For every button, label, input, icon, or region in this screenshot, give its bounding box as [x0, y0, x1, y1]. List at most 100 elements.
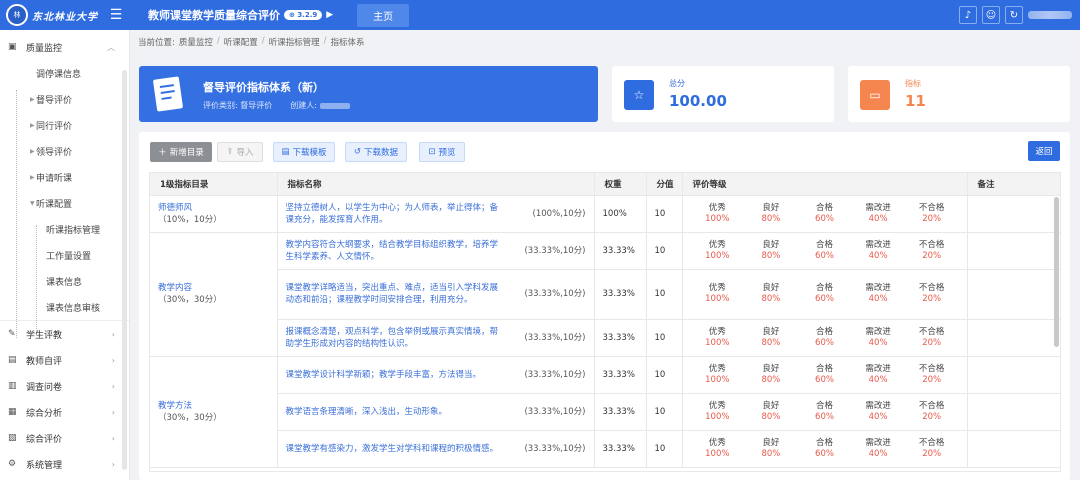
grade-level: 合格 60% [799, 364, 849, 386]
import-label: 导入 [236, 148, 254, 158]
sidebar-subitem[interactable]: ▶ 督导评价 [0, 86, 129, 112]
chevron-right-icon: › [111, 459, 115, 469]
grade-percent: 80% [761, 250, 781, 261]
sidebar-item-survey[interactable]: ▥ 调查问卷 › [0, 373, 129, 399]
sidebar-item-label: 调查问卷 [26, 382, 63, 393]
sidebar: ▣ 质量监控 ︿ 调停课信息 ▶ 督导评价 ▶ 同行评价 ▶ 领导评价 ▶ 申请听课 ▼… [0, 30, 130, 480]
grade-level: 合格 60% [799, 240, 849, 262]
grade-name: 良好 [762, 239, 780, 250]
dimension-detail: （30%，30分） [158, 295, 222, 305]
caret-right-icon[interactable]: ▶ [326, 10, 333, 20]
sidebar-scrollbar[interactable] [122, 70, 127, 470]
weight-cell: 33.33% [594, 269, 647, 320]
preview-button[interactable]: ⊡ 预览 [419, 142, 465, 162]
import-button[interactable]: ⇪ 导入 [217, 142, 263, 162]
sidebar-subitem-label: 领导评价 [36, 147, 73, 158]
remark-cell [967, 430, 1060, 468]
grade-name: 需改进 [865, 283, 891, 293]
grade-percent: 100% [705, 337, 730, 348]
bell-icon[interactable]: ♪ [959, 6, 977, 24]
breadcrumb-item[interactable]: 质量监控 [179, 36, 213, 48]
table-row: 教学内容 （30%，30分） 教学内容符合大纲要求，结合教学目标组织教学，培养学生科… [150, 232, 1060, 357]
grade-percent: 40% [868, 374, 888, 385]
sidebar-item-evaluation[interactable]: ▧ 综合评价 › [0, 425, 129, 451]
caret-down-icon: ▼ [30, 199, 35, 207]
grade-level: 需改进 40% [853, 364, 903, 386]
download-template-button[interactable]: ▤ 下载模板 [273, 142, 335, 162]
sidebar-subitem-label: 调停课信息 [36, 69, 82, 80]
download-data-button[interactable]: ↺ 下载数据 [345, 142, 407, 162]
index-system-card: 督导评价指标体系（新） 评价类别: 督导评价 创建人: [139, 66, 598, 122]
grade-level: 需改进 40% [853, 438, 903, 460]
grade-level: 优秀 100% [692, 438, 742, 460]
grade-percent: 40% [868, 294, 888, 304]
indicator-name: 课堂教学有感染力，激发学生对学科和课程的积极情感。 [285, 443, 499, 454]
system-title-text: 教师课堂教学质量综合评价 [148, 9, 280, 22]
grade-level: 合格 60% [799, 438, 849, 460]
grade-level: 不合格 20% [907, 240, 957, 262]
breadcrumb-prefix: 当前位置: [138, 38, 175, 48]
table-row: 教学方法 （30%，30分） 课堂教学设计科学新颖；教学手段丰富，方法得当。 (33.… [150, 356, 1060, 468]
breadcrumb-item[interactable]: 听课配置 [224, 36, 258, 48]
sidebar-subsubitem[interactable]: 听课指标管理 [0, 216, 129, 242]
sidebar-item-student-eval[interactable]: ✎ 学生评教 › [0, 321, 129, 347]
table-scrollbar[interactable] [1054, 197, 1059, 347]
back-button[interactable]: 返回 [1028, 141, 1060, 161]
total-score-label: 总分 [669, 79, 685, 88]
grade-name: 优秀 [708, 400, 726, 411]
dimension-name: 师德师风 （10%，10分） [158, 202, 269, 226]
sidebar-subsubitem[interactable]: 工作量设置 [0, 242, 129, 268]
grade-name: 不合格 [918, 283, 945, 293]
add-catalog-button[interactable]: ＋新增目录 [150, 142, 212, 162]
sidebar-item-analysis[interactable]: ▦ 综合分析 › [0, 399, 129, 425]
creator-label: 创建人: [290, 101, 317, 110]
index-system-title: 督导评价指标体系（新） [203, 81, 324, 94]
grade-percent: 20% [922, 448, 942, 459]
add-catalog-label: 新增目录 [169, 148, 204, 158]
upload-icon: ⇪ [226, 147, 234, 157]
col-header: 权重 [594, 173, 647, 196]
indicator-weight-score: (33.33%,10分) [524, 289, 586, 299]
col-header: 1级指标目录 [150, 173, 278, 196]
sidebar-subitem[interactable]: 调停课信息 [0, 60, 129, 86]
sidebar-subitem[interactable]: ▶ 申请听课 [0, 164, 129, 190]
sidebar-item-system[interactable]: ⚙ 系统管理 › [0, 451, 129, 477]
sidebar-subitem[interactable]: ▶ 同行评价 [0, 112, 129, 138]
grade-level: 合格 60% [799, 203, 849, 225]
chevron-right-icon: › [111, 355, 115, 365]
tab-home[interactable]: 主页 [357, 3, 410, 27]
grade-percent: 100% [705, 213, 730, 224]
monitor-chart-icon: ▭ [860, 80, 890, 110]
grade-name: 良好 [762, 437, 780, 448]
grade-percent: 40% [868, 337, 888, 348]
sidebar-subitem[interactable]: ▶ 领导评价 [0, 138, 129, 164]
table-row: 课堂教学详略适当，突出重点、难点，适当引入学科发展动态和前沿；课程教学时间安排合… [150, 269, 1060, 320]
grade-level: 不合格 20% [907, 364, 957, 386]
logout-icon[interactable]: ↻ [1005, 6, 1023, 24]
username-blurred[interactable] [1028, 11, 1072, 19]
sidebar-item-teacher-self[interactable]: ▤ 教师自评 › [0, 347, 129, 373]
user-icon[interactable]: ☺ [982, 6, 1000, 24]
indicator-cell: 教学内容符合大纲要求，结合教学目标组织教学，培养学生科学素养、人文情怀。 (33.… [277, 232, 595, 270]
dimension-cell: 教学方法 （30%，30分） [150, 356, 278, 468]
version-badge: ⊕ 3.2.9 [284, 10, 323, 20]
sidebar-subitem-listen-config[interactable]: ▼ 听课配置 [0, 190, 129, 216]
breadcrumb-item[interactable]: 听课指标管理 [269, 36, 320, 48]
sidebar-subsubitem[interactable]: 课表信息 [0, 268, 129, 294]
grade-name: 良好 [762, 363, 780, 374]
sidebar-item-quality-monitor[interactable]: ▣ 质量监控 ︿ [0, 34, 129, 60]
grade-level: 优秀 100% [692, 203, 742, 225]
indicator-cell: 课堂教学详略适当，突出重点、难点，适当引入学科发展动态和前沿；课程教学时间安排合… [277, 269, 595, 320]
menu-toggle-icon[interactable]: ☰ [104, 0, 128, 30]
evaluation-icon: ▧ [8, 433, 17, 443]
dimension-detail: （30%，30分） [158, 412, 222, 423]
grade-name: 需改进 [865, 239, 891, 250]
grade-name: 优秀 [708, 437, 726, 448]
indicator-weight-score: (33.33%,10分) [524, 443, 586, 454]
settings-icon: ⚙ [8, 459, 17, 469]
university-name: 东北林业大学 [32, 11, 98, 23]
grade-percent: 20% [922, 294, 942, 304]
grade-name: 合格 [815, 283, 833, 293]
sidebar-subsubitem[interactable]: 课表信息审核 [0, 294, 129, 320]
remark-cell [967, 319, 1060, 357]
